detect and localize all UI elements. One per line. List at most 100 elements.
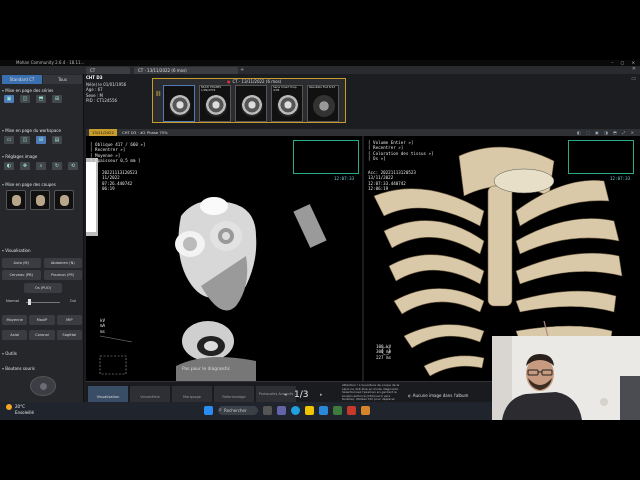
volume-acquisition-params: 100 kV 300 mA 227 ms	[376, 344, 392, 360]
patient-name: CHT D3	[86, 75, 103, 80]
page-next-icon[interactable]: ▸	[320, 392, 323, 398]
section-series-layout[interactable]: Mise en page des séries	[2, 88, 82, 93]
preset-abdomen-button[interactable]: Abdomen (N)	[43, 258, 82, 268]
preset-bone-button[interactable]: Os (PUO)	[24, 283, 62, 293]
add-tab-icon[interactable]: +	[240, 67, 244, 73]
section-workspace-layout[interactable]: Mise en page du workspace	[2, 128, 82, 133]
tab-strip: CT CT · 13/11/2022 (6 mos) + ✕	[0, 66, 640, 74]
series-thumbnail-1[interactable]	[163, 85, 195, 122]
view-coronal-button[interactable]: Coronal	[29, 330, 55, 340]
layout-1x1-icon[interactable]: ▣	[4, 95, 14, 103]
series-thumbnail-2[interactable]: MULTI PHASES 1/99/2379	[199, 85, 231, 122]
slice-acquisition-params: kV mA ms	[100, 318, 106, 334]
zoom-icon[interactable]: ⌕	[36, 162, 46, 170]
windows-start-icon[interactable]	[204, 406, 213, 415]
layout-1x2-icon[interactable]: ◫	[20, 95, 30, 103]
series-header: CT · 13/11/2022 (6 mos)	[227, 79, 282, 84]
app-window: Mohan Community 2.6.4 · 18.11... – ▢ ✕ C…	[0, 60, 640, 420]
page-indicator: 1/3	[294, 390, 309, 400]
taskbar-search[interactable]: Rechercher	[218, 406, 258, 415]
study-date-badge[interactable]: 13/11/2022	[89, 129, 117, 136]
app-orange-icon[interactable]	[361, 406, 370, 415]
mode-mip-button[interactable]: MIP	[56, 315, 82, 325]
pan-icon[interactable]: ✥	[20, 162, 30, 170]
mouse-buttons-widget	[4, 374, 80, 396]
ct-slice-viewport[interactable]: [ Oblique 417 / 660 »] [ Recentrer »] [ …	[86, 136, 362, 381]
slider-label-oui: Oui	[69, 299, 76, 303]
section-tools[interactable]: Outils	[2, 351, 82, 356]
window-title: Mohan Community 2.6.4 · 18.11...	[16, 60, 85, 65]
window-controls[interactable]: – ▢ ✕	[611, 60, 638, 65]
app-red-icon[interactable]	[347, 406, 356, 415]
status-message: Attention ! L'ouverture de coupe de la s…	[342, 383, 400, 402]
workspace-4-icon[interactable]: ▤	[52, 136, 62, 144]
render-thumbnail-2[interactable]	[30, 190, 50, 210]
view-sagittal-button[interactable]: Sagittal	[56, 330, 82, 340]
left-panel: Standard CT Tous Mise en page des séries…	[0, 74, 84, 416]
reset-icon[interactable]: ⟲	[68, 162, 78, 170]
slider-track[interactable]	[26, 302, 60, 303]
patient-id: PID : CT124556	[86, 98, 118, 104]
render-slider[interactable]: Normal Oui	[4, 298, 80, 306]
section-slice-layout[interactable]: Mise en page des coupes	[2, 182, 82, 187]
viewer-tool-icons[interactable]: ◧ ⬚ ▣ ◨ ⬒ ⤢ ✕	[577, 129, 636, 136]
layout-2x2-icon[interactable]: ⊞	[52, 95, 62, 103]
app-green-icon[interactable]	[333, 406, 342, 415]
series-layout-icons: ▣ ◫ ⬒ ⊞	[4, 95, 62, 103]
render-thumbnail-3[interactable]	[54, 190, 74, 210]
section-image-settings[interactable]: Réglages image	[2, 154, 82, 159]
volume-timer: 12:07:33	[610, 176, 631, 181]
preset-brain-button[interactable]: Cerveau (PB)	[2, 270, 41, 280]
preset-buttons: Auto (M) Abdomen (N) Cerveau (PB) Poumon…	[2, 258, 82, 280]
sun-icon	[6, 404, 12, 410]
tab-ct[interactable]: CT	[86, 67, 130, 74]
mode-maxip-button[interactable]: MaxIP	[29, 315, 55, 325]
weather-widget[interactable]: 20°C Ensoleillé	[6, 404, 34, 415]
section-mouse-buttons[interactable]: Boutons souris	[2, 366, 82, 371]
mode-mean-button[interactable]: Moyenne	[2, 315, 28, 325]
teams-icon[interactable]	[277, 406, 286, 415]
series-thumbnail-5[interactable]: Résultats Flat 6/13	[307, 85, 339, 122]
edge-icon[interactable]	[291, 406, 300, 415]
page-prev-icon[interactable]: ◂	[284, 392, 287, 398]
rotate-icon[interactable]: ↻	[52, 162, 62, 170]
slider-knob[interactable]	[28, 299, 31, 305]
image-settings-icons: ◐ ✥ ⌕ ↻ ⟲	[4, 162, 78, 170]
series-thumbnail-4[interactable]: Série Smart Prep 4/38	[271, 85, 303, 122]
slice-overlay-controls[interactable]: [ Oblique 417 / 660 »] [ Recentrer »] [ …	[90, 142, 145, 164]
layout-2x1-icon[interactable]: ⬒	[36, 95, 46, 103]
volume-overlay-controls[interactable]: [ Volume Entier »] [ Recentrer »] [ Colo…	[368, 140, 434, 162]
album-status[interactable]: Aucune image dans l'album	[408, 393, 469, 398]
series-thumbnail-3[interactable]	[235, 85, 267, 122]
workspace-1-icon[interactable]: ▭	[4, 136, 14, 144]
volume-minimap[interactable]	[568, 140, 634, 174]
webcam-overlay	[492, 336, 640, 420]
taskbar-apps: Rechercher	[204, 406, 370, 415]
slice-minimap[interactable]	[293, 140, 359, 174]
weather-label: Ensoleillé	[15, 410, 34, 415]
store-icon[interactable]	[319, 406, 328, 415]
tab-study[interactable]: CT · 13/11/2022 (6 mos)	[134, 67, 238, 74]
series-title-2: MULTI PHASES 1/99/2379	[201, 85, 222, 93]
not-for-diagnosis-label: Pas pour le diagnostic	[182, 367, 231, 372]
contrast-icon[interactable]: ◐	[4, 162, 14, 170]
series-image-5	[313, 95, 335, 117]
task-view-icon[interactable]	[263, 406, 272, 415]
volume-metadata: Acc: 20221113120523 13/11/2022 12:07:33.…	[368, 170, 416, 192]
workspace-3-icon[interactable]: ⊞	[36, 136, 46, 144]
link-icon[interactable]: ⛓	[155, 91, 161, 97]
expand-icon[interactable]: ▭	[631, 76, 636, 82]
render-thumbnail-1[interactable]	[6, 190, 26, 210]
explorer-icon[interactable]	[305, 406, 314, 415]
tab-tous[interactable]: Tous	[43, 75, 82, 84]
preset-auto-button[interactable]: Auto (M)	[2, 258, 41, 268]
close-icon[interactable]: ✕	[632, 66, 636, 72]
series-image-2	[205, 95, 227, 117]
view-axial-button[interactable]: Axial	[2, 330, 28, 340]
tab-standard-ct[interactable]: Standard CT	[2, 75, 42, 84]
workspace-2-icon[interactable]: ◫	[20, 136, 30, 144]
preset-lung-button[interactable]: Poumon (PS)	[43, 270, 82, 280]
slice-layout-thumbnails	[6, 190, 74, 210]
mouse-icon[interactable]	[30, 376, 56, 396]
section-visualisation[interactable]: Visualisation	[2, 248, 82, 253]
